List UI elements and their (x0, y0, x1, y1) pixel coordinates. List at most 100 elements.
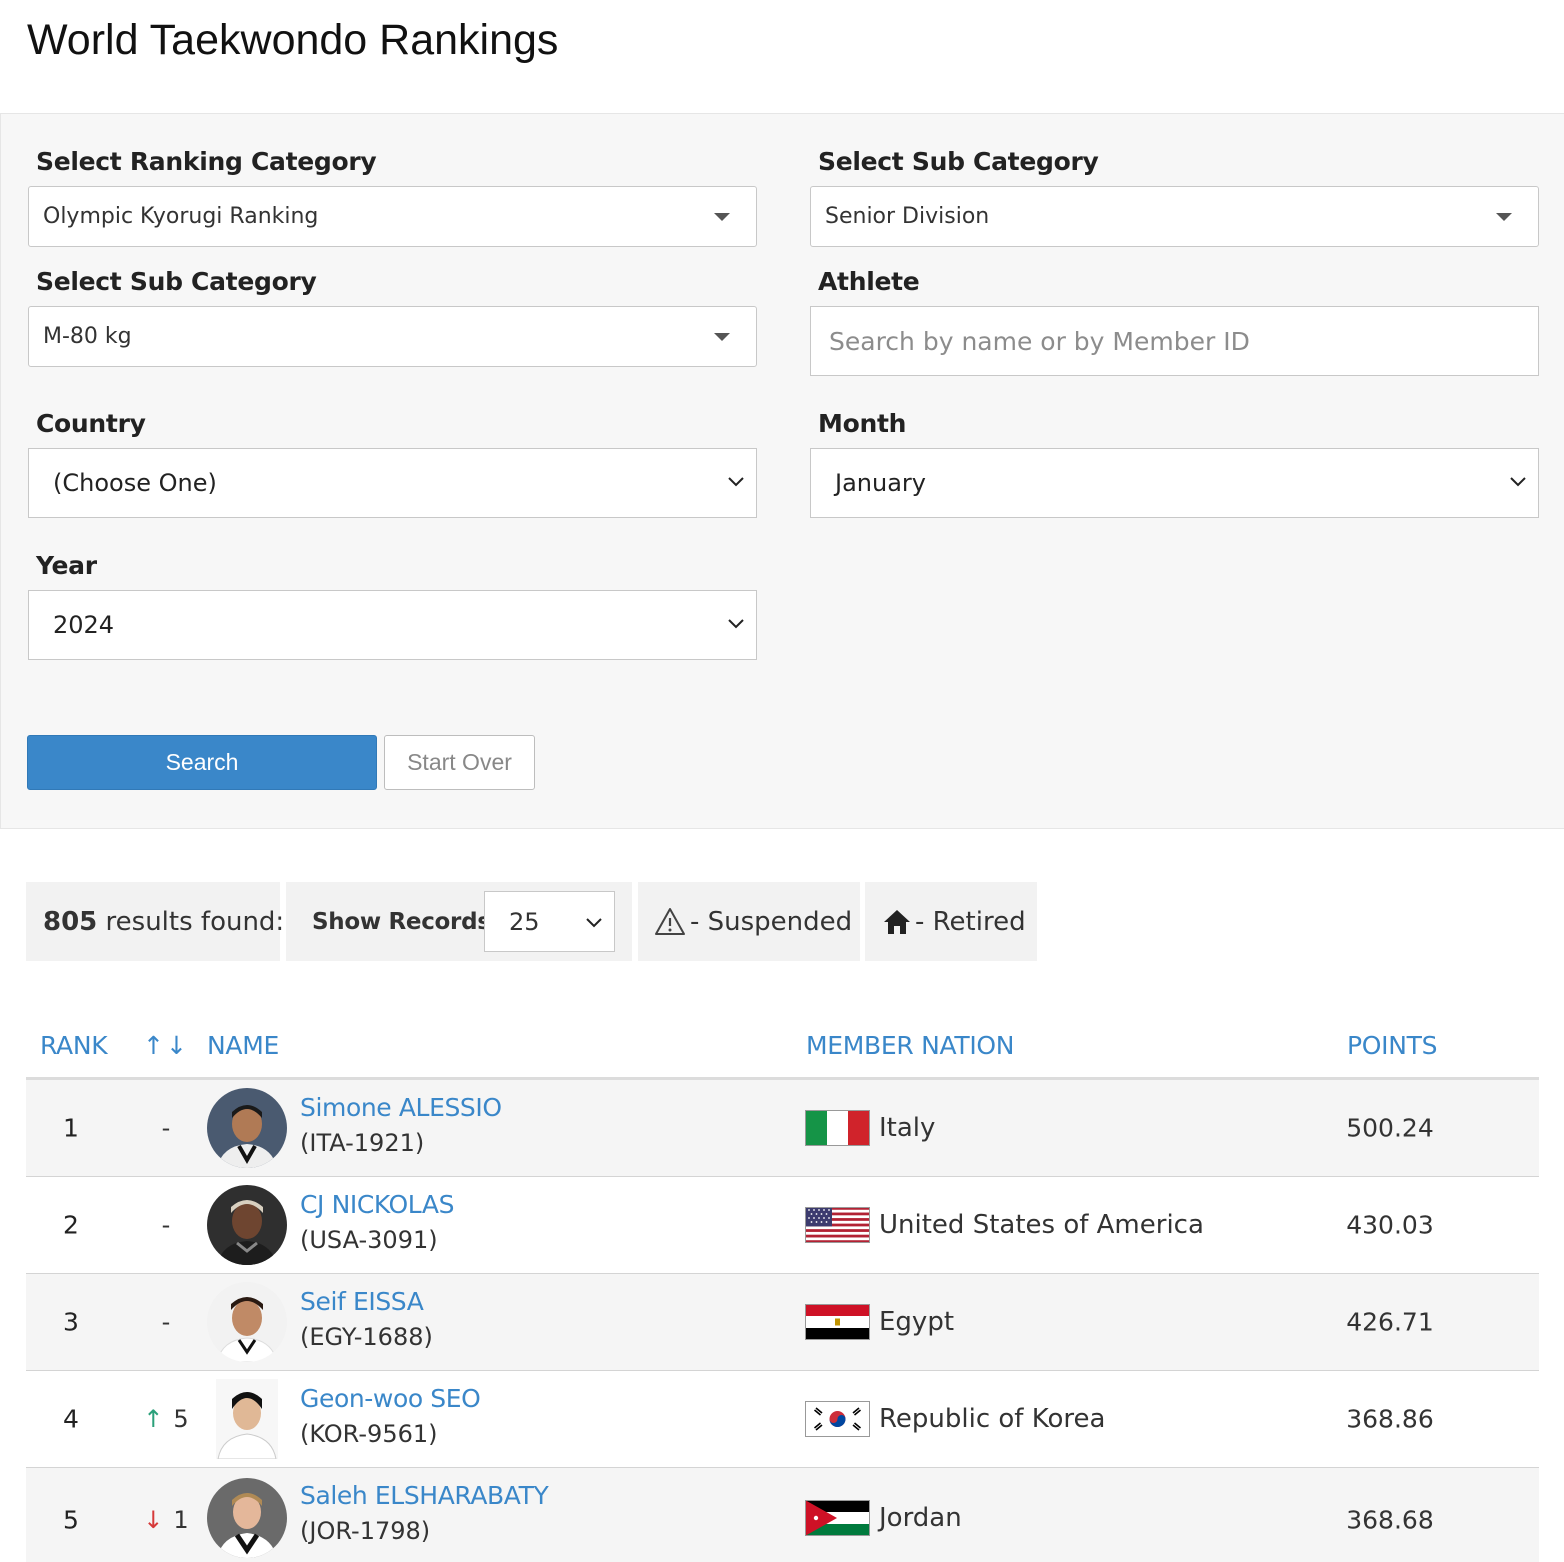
start-over-button[interactable]: Start Over (384, 735, 535, 790)
year-value: 2024 (53, 611, 115, 639)
rank-change-value: - (161, 1308, 171, 1336)
results-count-text: results found: (97, 906, 285, 937)
member-nation: United States of America (879, 1210, 1204, 1240)
column-header-name[interactable]: NAME (207, 1031, 279, 1060)
athlete-avatar[interactable] (207, 1478, 287, 1558)
rank-change-cell: - (126, 1308, 206, 1336)
athlete-avatar[interactable] (207, 1185, 287, 1265)
rank-change-value: 5 (173, 1405, 189, 1433)
show-records-select[interactable]: 25 (484, 891, 615, 952)
chevron-down-icon (728, 477, 744, 487)
rank-change-value: 1 (173, 1506, 189, 1534)
points-cell: 368.68 (1346, 1505, 1434, 1535)
filter-panel: Select Ranking Category Select Sub Categ… (0, 113, 1564, 829)
rank-cell: 5 (63, 1505, 79, 1535)
weight-category-select[interactable]: M-80 kg (28, 306, 757, 367)
country-select[interactable]: (Choose One) (28, 448, 757, 518)
ranking-category-value: Olympic Kyorugi Ranking (43, 204, 319, 229)
search-button[interactable]: Search (27, 735, 377, 790)
chevron-down-icon (586, 917, 602, 927)
italy-flag-icon (805, 1110, 870, 1146)
athlete-search-input[interactable]: Search by name or by Member ID (810, 306, 1539, 376)
show-records-label: Show Records: (312, 908, 500, 935)
member-nation: Republic of Korea (879, 1404, 1106, 1434)
show-records-value: 25 (509, 907, 540, 936)
athlete-name-link[interactable]: Geon-woo SEO (300, 1384, 481, 1413)
ranking-category-select[interactable]: Olympic Kyorugi Ranking (28, 186, 757, 247)
athlete-avatar[interactable] (207, 1088, 287, 1168)
results-count: 805 results found: (26, 882, 284, 961)
division-value: Senior Division (825, 204, 990, 229)
month-value: January (835, 469, 926, 497)
rank-cell: 4 (63, 1404, 79, 1434)
month-select[interactable]: January (810, 448, 1539, 518)
country-label: Country (36, 409, 146, 438)
member-id: (EGY-1688) (300, 1323, 433, 1351)
table-row[interactable]: 3 - Seif EISSA (EGY-1688) Egypt 426.71 (26, 1274, 1539, 1371)
egypt-flag-icon (805, 1304, 870, 1340)
column-header-nation[interactable]: MEMBER NATION (806, 1031, 1014, 1060)
warning-icon (655, 907, 685, 935)
caret-down-icon (714, 212, 730, 221)
rank-cell: 2 (63, 1210, 79, 1240)
points-cell: 368.86 (1346, 1404, 1434, 1434)
column-header-points[interactable]: POINTS (1347, 1031, 1437, 1060)
athlete-label: Athlete (818, 267, 920, 296)
member-id: (USA-3091) (300, 1226, 438, 1254)
rank-change-cell: ↓ 1 (126, 1506, 206, 1534)
athlete-name-link[interactable]: Saleh ELSHARABATY (300, 1481, 549, 1510)
table-row[interactable]: 2 - CJ NICKOLAS (USA-3091) United States… (26, 1177, 1539, 1274)
member-id: (JOR-1798) (300, 1517, 431, 1545)
athlete-avatar[interactable] (216, 1379, 278, 1459)
table-row[interactable]: 4 ↑ 5 Geon-woo SEO (KOR-9561) Republic o… (26, 1371, 1539, 1468)
points-cell: 500.24 (1346, 1113, 1434, 1143)
athlete-avatar[interactable] (207, 1282, 287, 1362)
usa-flag-icon (805, 1207, 870, 1243)
year-label: Year (36, 551, 97, 580)
arrow-down-icon: ↓ (143, 1506, 164, 1534)
korea-flag-icon (805, 1401, 870, 1437)
division-label: Select Sub Category (818, 147, 1099, 176)
column-header-change[interactable]: ↑↓ (143, 1031, 189, 1060)
legend-suspended: - Suspended (638, 882, 860, 961)
legend-suspended-label: - Suspended (690, 906, 853, 937)
country-value: (Choose One) (53, 469, 217, 497)
weight-category-label: Select Sub Category (36, 267, 317, 296)
jordan-flag-icon (805, 1500, 870, 1536)
division-select[interactable]: Senior Division (810, 186, 1539, 247)
points-cell: 430.03 (1346, 1210, 1434, 1240)
member-id: (KOR-9561) (300, 1420, 438, 1448)
athlete-search-placeholder: Search by name or by Member ID (829, 326, 1250, 356)
table-row[interactable]: 1 - Simone ALESSIO (ITA-1921) Italy 500.… (26, 1080, 1539, 1177)
rank-cell: 1 (63, 1113, 79, 1143)
arrow-up-icon: ↑ (143, 1405, 164, 1433)
rank-change-cell: - (126, 1211, 206, 1239)
caret-down-icon (714, 332, 730, 341)
rank-change-cell: - (126, 1114, 206, 1142)
member-nation: Jordan (879, 1503, 962, 1533)
legend-retired: - Retired (865, 882, 1037, 961)
rank-change-value: - (161, 1211, 171, 1239)
caret-down-icon (1496, 212, 1512, 221)
rank-change-value: - (161, 1114, 171, 1142)
athlete-name-link[interactable]: Seif EISSA (300, 1287, 424, 1316)
month-label: Month (818, 409, 907, 438)
page-title: World Taekwondo Rankings (27, 16, 559, 64)
points-cell: 426.71 (1346, 1307, 1434, 1337)
member-nation: Italy (879, 1113, 936, 1143)
year-select[interactable]: 2024 (28, 590, 757, 660)
member-nation: Egypt (879, 1307, 955, 1337)
show-records: Show Records: 25 (286, 882, 632, 961)
rank-cell: 3 (63, 1307, 79, 1337)
chevron-down-icon (728, 619, 744, 629)
results-count-number: 805 (43, 906, 98, 937)
home-icon (884, 909, 910, 934)
rank-change-cell: ↑ 5 (126, 1405, 206, 1433)
athlete-name-link[interactable]: CJ NICKOLAS (300, 1190, 454, 1219)
chevron-down-icon (1510, 477, 1526, 487)
column-header-rank[interactable]: RANK (40, 1031, 108, 1060)
ranking-category-label: Select Ranking Category (36, 147, 377, 176)
member-id: (ITA-1921) (300, 1129, 425, 1157)
table-row[interactable]: 5 ↓ 1 Saleh ELSHARABATY (JOR-1798) Jorda… (26, 1468, 1539, 1562)
athlete-name-link[interactable]: Simone ALESSIO (300, 1093, 502, 1122)
